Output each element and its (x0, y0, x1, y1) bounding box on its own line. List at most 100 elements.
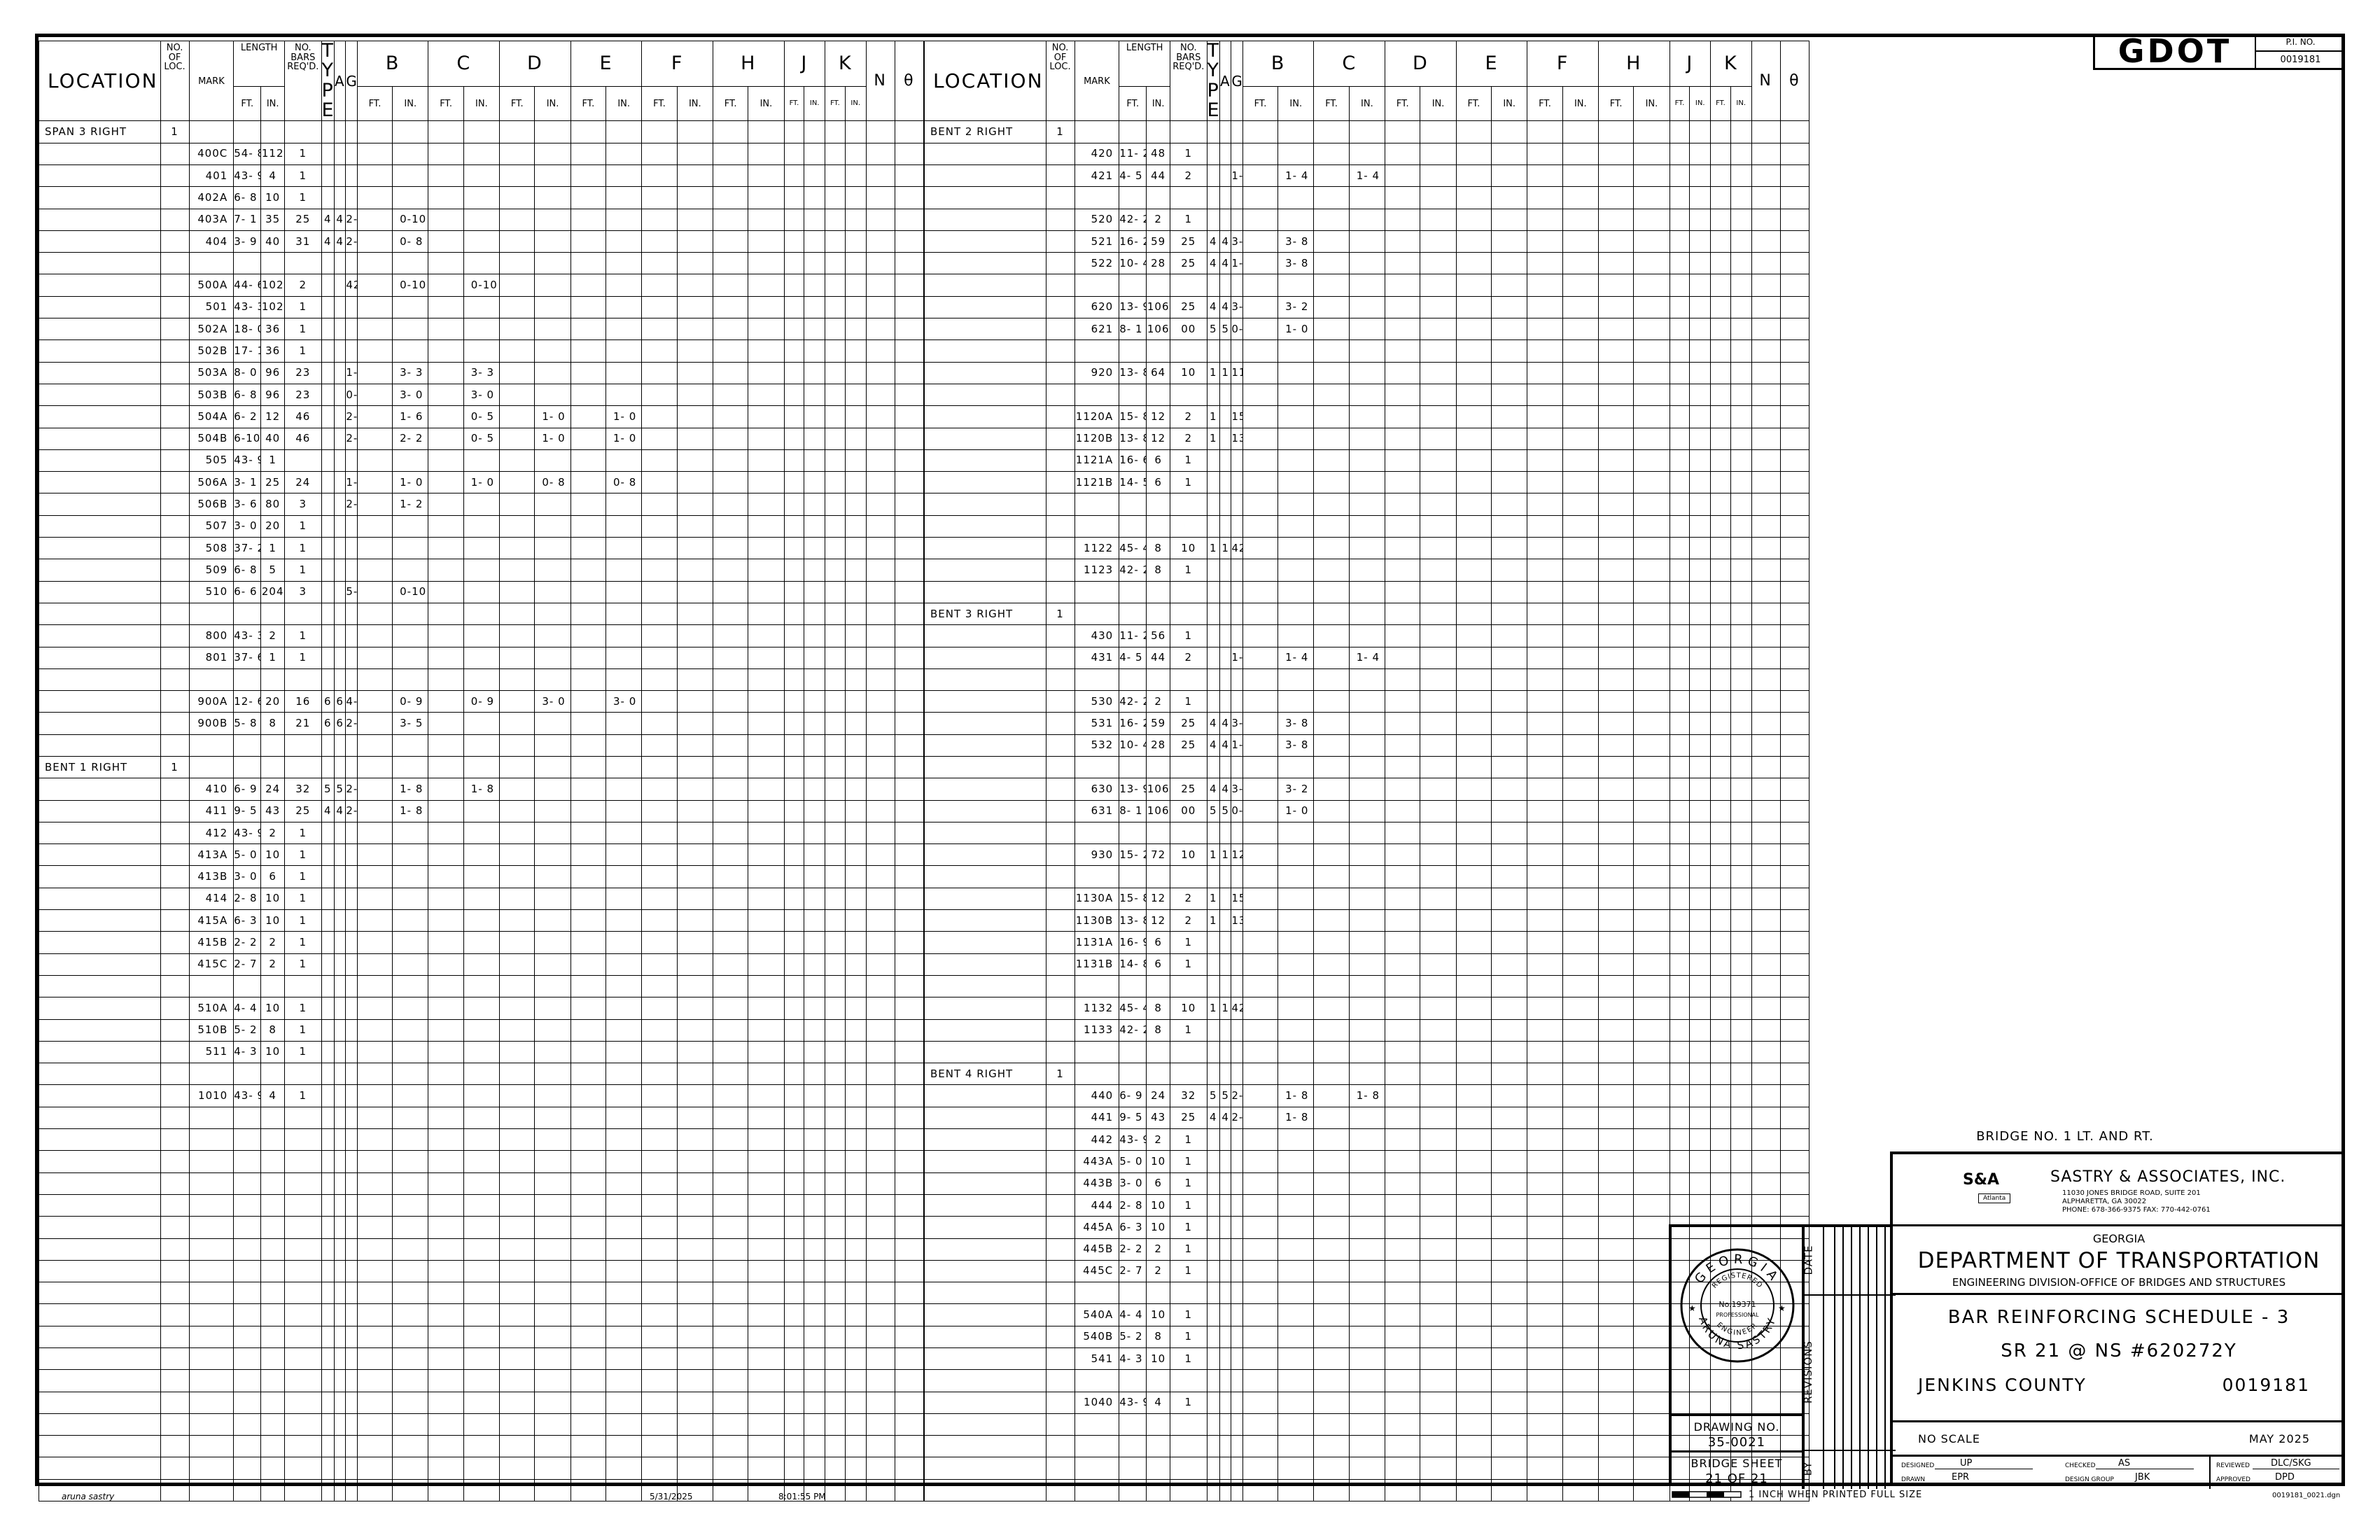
table-cell (1491, 1325, 1528, 1349)
table-cell (356, 318, 393, 341)
length-in-header: IN. (1146, 85, 1171, 122)
table-cell (38, 1457, 161, 1480)
table-cell (1562, 865, 1599, 888)
scale-date-row: NO SCALE MAY 2025 (1893, 1420, 2345, 1457)
table-cell: 48 (1146, 142, 1171, 165)
table-cell (783, 274, 805, 297)
table-cell (284, 1194, 322, 1217)
firm-address-line2: ALPHARETTA, GA 30022 (2062, 1198, 2147, 1205)
table-cell: 25 (284, 799, 322, 822)
table-cell (321, 1303, 335, 1326)
table-cell (1669, 120, 1690, 144)
table-cell (924, 1150, 1046, 1173)
table-cell (463, 1018, 500, 1042)
table-cell (1689, 537, 1712, 560)
table-cell (321, 580, 335, 603)
table-cell (345, 295, 358, 319)
table-cell: 1- 1 (345, 471, 358, 494)
table-cell (1633, 734, 1670, 757)
table-cell (188, 1325, 234, 1349)
table-cell (1231, 865, 1243, 888)
bridge-label: BRIDGE NO. 1 LT. AND RT. (1976, 1129, 2154, 1144)
table-cell (783, 887, 805, 911)
table-cell (1491, 974, 1528, 998)
table-cell (1597, 1106, 1634, 1130)
table-cell (924, 295, 1046, 319)
table-cell (1219, 120, 1232, 144)
table-cell (676, 471, 713, 494)
table-cell: 4 (1206, 1106, 1220, 1130)
table-cell (1231, 208, 1243, 231)
table-cell (333, 471, 346, 494)
table-cell (804, 799, 826, 822)
table-cell (1779, 1194, 1810, 1217)
table-cell (1385, 208, 1421, 231)
table-cell (392, 887, 429, 911)
table-cell (1527, 646, 1563, 669)
table-cell (1219, 821, 1232, 845)
table-cell (924, 1435, 1046, 1458)
table-cell (1730, 953, 1752, 976)
table-cell (1562, 208, 1599, 231)
table-cell (1219, 164, 1232, 188)
table-cell (392, 1457, 429, 1480)
table-cell (676, 493, 713, 516)
table-cell (1491, 1347, 1528, 1371)
table-cell (160, 1216, 190, 1239)
table-cell: 4 (333, 208, 346, 231)
table-cell (1278, 427, 1315, 450)
table-cell (865, 1457, 895, 1480)
table-cell (1206, 208, 1220, 231)
table-cell (676, 295, 713, 319)
table-cell: 10 (260, 909, 286, 932)
table-cell (1751, 887, 1781, 911)
table-cell (570, 821, 607, 845)
table-cell (356, 1325, 393, 1349)
table-cell (570, 1063, 607, 1086)
table-cell (1242, 1391, 1279, 1414)
table-cell (333, 361, 346, 384)
table-cell (1278, 186, 1315, 209)
table-cell (1562, 537, 1599, 560)
table-cell (1348, 340, 1386, 363)
table-cell (748, 1238, 785, 1261)
table-cell: 1 (1170, 1347, 1208, 1371)
table-cell (1242, 230, 1279, 253)
table-cell (321, 449, 335, 472)
table-row: 443A 5- 0 10 1 (924, 1150, 1810, 1173)
table-cell (392, 1150, 429, 1173)
table-cell (1710, 778, 1731, 801)
table-cell (1348, 1303, 1386, 1326)
table-cell (1562, 844, 1599, 867)
table-cell (1231, 1303, 1243, 1326)
table-cell (1633, 383, 1670, 407)
table-cell (38, 844, 161, 867)
table-cell: 620 (1074, 295, 1120, 319)
table-cell (1633, 821, 1670, 845)
table-cell (804, 1106, 826, 1130)
table-cell (844, 427, 867, 450)
table-cell (1633, 1216, 1670, 1239)
table-cell (188, 120, 234, 144)
table-cell (428, 142, 464, 165)
table-cell (1219, 1435, 1232, 1458)
table-cell: 3- 0 (606, 690, 643, 713)
table-cell (1597, 274, 1634, 297)
revisions-column-label: REVISIONS (1802, 1340, 1815, 1404)
table-cell (1491, 559, 1528, 582)
table-cell (38, 361, 161, 384)
table-cell: 10 (1146, 1150, 1171, 1173)
table-cell (345, 537, 358, 560)
table-cell (1689, 142, 1712, 165)
table-cell (1455, 537, 1492, 560)
table-cell (1710, 164, 1731, 188)
table-cell: 1- 9 (1231, 164, 1243, 188)
table-cell (321, 318, 335, 341)
table-cell (345, 734, 358, 757)
table-cell (1689, 427, 1712, 450)
table-cell (748, 1347, 785, 1371)
table-cell (463, 142, 500, 165)
table-cell (1689, 931, 1712, 954)
table-cell (1455, 1172, 1492, 1195)
table-cell: 8- 1 (1119, 318, 1147, 341)
